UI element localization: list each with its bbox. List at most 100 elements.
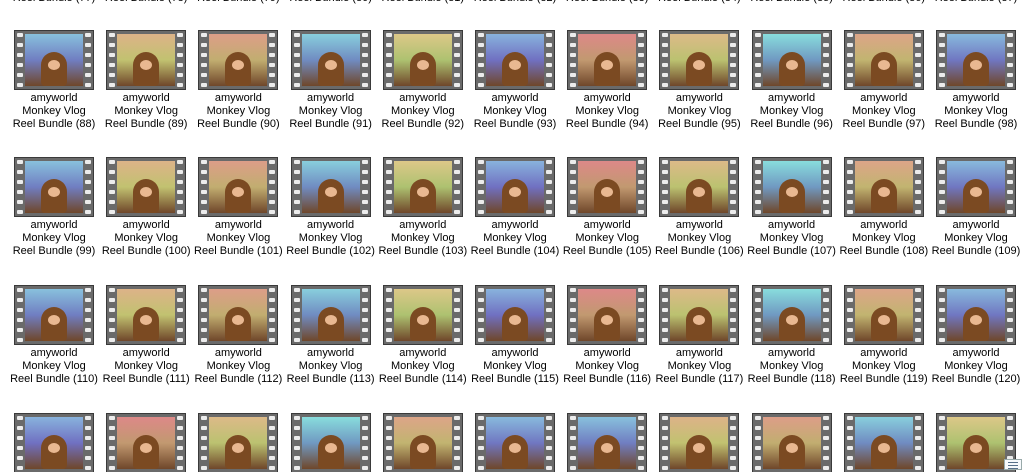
film-strip-holes — [637, 160, 645, 214]
file-item-partial[interactable] — [100, 413, 192, 472]
file-name-line: amyworld — [768, 347, 816, 359]
film-strip-holes — [661, 288, 669, 342]
file-item-partial[interactable] — [561, 413, 653, 472]
file-label-partial[interactable]: Reel Bundle (86) — [838, 0, 930, 5]
file-label-partial[interactable]: Reel Bundle (80) — [285, 0, 377, 5]
file-label-partial[interactable]: Reel Bundle (82) — [469, 0, 561, 5]
file-name-line: Reel Bundle (109) — [931, 245, 1021, 257]
file-item[interactable]: amyworld Monkey Vlog Reel Bundle (116) — [561, 285, 653, 386]
file-item[interactable]: amyworld Monkey Vlog Reel Bundle (98) — [930, 30, 1022, 131]
film-strip-holes — [477, 416, 485, 470]
video-thumbnail — [106, 413, 187, 472]
file-item[interactable]: amyworld Monkey Vlog Reel Bundle (96) — [746, 30, 838, 131]
file-item[interactable]: amyworld Monkey Vlog Reel Bundle (117) — [653, 285, 745, 386]
file-name-line: amyworld — [214, 92, 262, 104]
video-frame-image — [762, 417, 821, 469]
file-item[interactable]: amyworld Monkey Vlog Reel Bundle (113) — [285, 285, 377, 386]
video-frame-image — [486, 34, 544, 86]
file-name-line: Monkey Vlog — [391, 232, 455, 244]
file-name-line: Reel Bundle (98) — [934, 118, 1018, 130]
file-item[interactable]: amyworld Monkey Vlog Reel Bundle (92) — [377, 30, 469, 131]
file-item-partial[interactable] — [192, 413, 284, 472]
video-thumbnail — [475, 413, 555, 472]
file-name: amyworld Monkey Vlog Reel Bundle (102) — [285, 219, 377, 258]
file-label-partial[interactable]: Reel Bundle (83) — [561, 0, 653, 5]
file-item-partial[interactable] — [285, 413, 377, 472]
file-label-partial[interactable]: Reel Bundle (78) — [100, 0, 192, 5]
film-strip-holes — [361, 33, 369, 87]
file-item[interactable]: amyworld Monkey Vlog Reel Bundle (114) — [377, 285, 469, 386]
file-item[interactable]: amyworld Monkey Vlog Reel Bundle (107) — [746, 157, 838, 258]
file-item-partial[interactable] — [653, 413, 745, 472]
details-view-icon[interactable] — [1004, 459, 1022, 470]
file-item[interactable]: amyworld Monkey Vlog Reel Bundle (104) — [469, 157, 561, 258]
file-item-partial[interactable] — [377, 413, 469, 472]
film-strip-holes — [661, 416, 669, 470]
file-name-line: Reel Bundle (117) — [655, 373, 744, 385]
file-item[interactable]: amyworld Monkey Vlog Reel Bundle (97) — [838, 30, 930, 131]
file-item[interactable]: amyworld Monkey Vlog Reel Bundle (99) — [8, 157, 100, 258]
file-item[interactable]: amyworld Monkey Vlog Reel Bundle (118) — [746, 285, 838, 386]
file-item[interactable]: amyworld Monkey Vlog Reel Bundle (100) — [100, 157, 192, 258]
file-item[interactable]: amyworld Monkey Vlog Reel Bundle (94) — [561, 30, 653, 131]
file-item[interactable]: amyworld Monkey Vlog Reel Bundle (88) — [8, 30, 100, 131]
video-thumbnail — [567, 413, 648, 472]
file-item-partial[interactable] — [838, 413, 930, 472]
file-label-partial[interactable]: Reel Bundle (85) — [746, 0, 838, 5]
file-item[interactable]: amyworld Monkey Vlog Reel Bundle (93) — [469, 30, 561, 131]
file-name-line: Monkey Vlog — [206, 105, 271, 117]
file-item[interactable]: amyworld Monkey Vlog Reel Bundle (108) — [838, 157, 930, 258]
film-strip-holes — [754, 416, 762, 470]
file-item[interactable]: amyworld Monkey Vlog Reel Bundle (120) — [930, 285, 1022, 386]
film-strip-holes — [16, 288, 24, 342]
file-item[interactable]: amyworld Monkey Vlog Reel Bundle (110) — [8, 285, 100, 386]
file-item[interactable]: amyworld Monkey Vlog Reel Bundle (101) — [192, 157, 284, 258]
file-label-partial[interactable]: Reel Bundle (81) — [377, 0, 469, 5]
file-item[interactable]: amyworld Monkey Vlog Reel Bundle (91) — [285, 30, 377, 131]
file-item[interactable]: amyworld Monkey Vlog Reel Bundle (102) — [285, 157, 377, 258]
video-frame-image — [393, 161, 452, 213]
file-item[interactable]: amyworld Monkey Vlog Reel Bundle (112) — [192, 285, 284, 386]
file-item-partial[interactable] — [8, 413, 100, 472]
video-frame-image — [209, 34, 268, 86]
file-name-line: amyworld — [399, 92, 447, 104]
file-label-partial[interactable]: Reel Bundle (84) — [653, 0, 745, 5]
file-item[interactable]: amyworld Monkey Vlog Reel Bundle (111) — [100, 285, 192, 386]
file-item[interactable]: amyworld Monkey Vlog Reel Bundle (105) — [561, 157, 653, 258]
film-strip-holes — [293, 33, 301, 87]
film-strip-holes — [729, 33, 737, 87]
video-thumbnail — [198, 30, 279, 90]
file-label-partial[interactable]: Reel Bundle (87) — [930, 0, 1022, 5]
file-name-line: Monkey Vlog — [114, 105, 178, 117]
file-name: amyworld Monkey Vlog Reel Bundle (120) — [930, 347, 1022, 386]
file-item[interactable]: amyworld Monkey Vlog Reel Bundle (95) — [653, 30, 745, 131]
file-item[interactable]: amyworld Monkey Vlog Reel Bundle (103) — [377, 157, 469, 258]
file-name-line: amyworld — [860, 219, 908, 231]
file-name-line: amyworld — [860, 347, 908, 359]
video-frame-image — [854, 34, 913, 86]
file-item-partial[interactable] — [469, 413, 561, 472]
file-name: amyworld Monkey Vlog Reel Bundle (93) — [469, 92, 561, 131]
file-item[interactable]: amyworld Monkey Vlog Reel Bundle (90) — [192, 30, 284, 131]
video-frame-image — [393, 289, 452, 341]
file-name-line: Monkey Vlog — [759, 360, 824, 372]
file-name-line: amyworld — [30, 347, 78, 359]
file-label-partial[interactable]: Reel Bundle (77) — [8, 0, 100, 5]
film-strip-holes — [16, 416, 24, 470]
file-item[interactable]: amyworld Monkey Vlog Reel Bundle (115) — [469, 285, 561, 386]
video-thumbnail — [567, 157, 648, 217]
file-item[interactable]: amyworld Monkey Vlog Reel Bundle (106) — [653, 157, 745, 258]
film-strip-holes — [268, 33, 276, 87]
file-name-line: amyworld — [122, 219, 170, 231]
file-item[interactable]: amyworld Monkey Vlog Reel Bundle (109) — [930, 157, 1022, 258]
film-strip-holes — [914, 416, 922, 470]
file-item[interactable]: amyworld Monkey Vlog Reel Bundle (119) — [838, 285, 930, 386]
file-name-line: Reel Bundle (102) — [286, 245, 375, 257]
file-label-partial[interactable]: Reel Bundle (79) — [192, 0, 284, 5]
video-thumbnail — [843, 413, 924, 472]
file-name-line: amyworld — [583, 347, 631, 359]
video-frame-image — [854, 161, 913, 213]
file-item-partial[interactable] — [746, 413, 838, 472]
file-name: amyworld Monkey Vlog Reel Bundle (117) — [653, 347, 745, 386]
file-item[interactable]: amyworld Monkey Vlog Reel Bundle (89) — [100, 30, 192, 131]
